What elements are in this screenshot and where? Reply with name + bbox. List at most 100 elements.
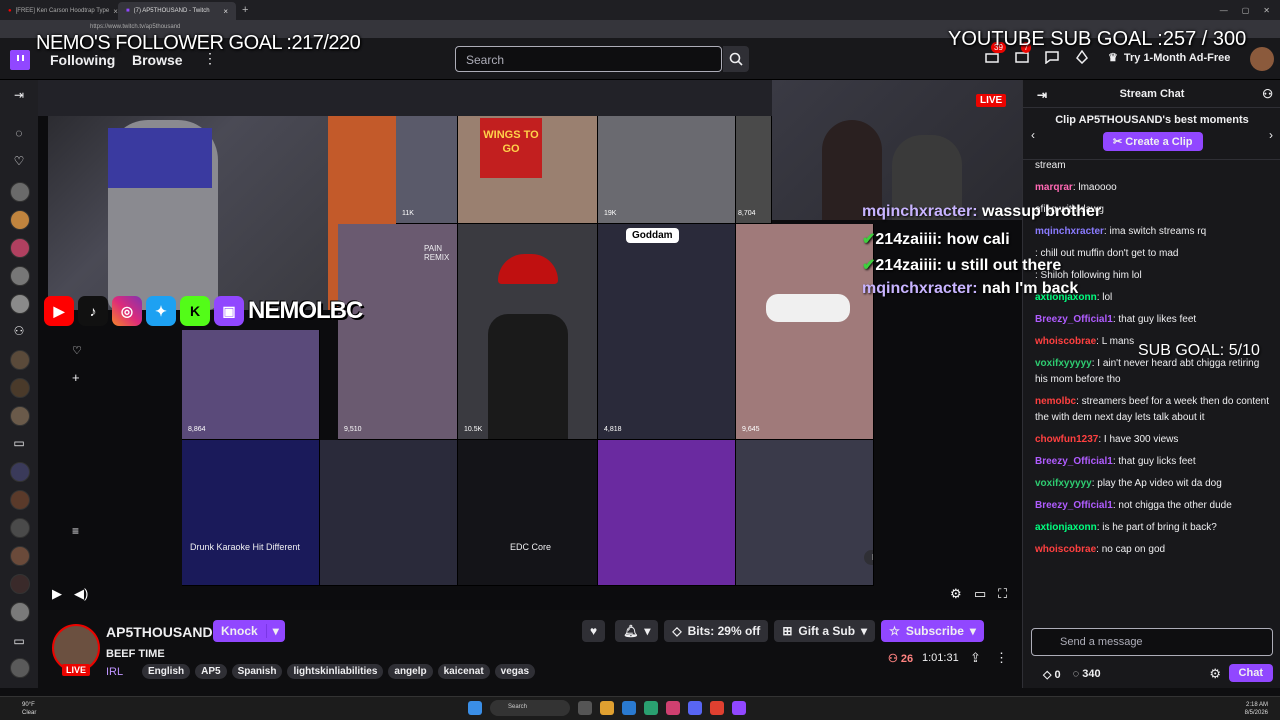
sidebar-channel-avatar[interactable]	[10, 266, 30, 286]
sidebar-channel-avatar[interactable]	[10, 350, 30, 370]
whispers-icon[interactable]	[1045, 50, 1061, 66]
play-icon[interactable]: ▶	[52, 586, 62, 602]
search-button[interactable]	[723, 46, 749, 72]
bits-button[interactable]: ◇ Bits: 29% off	[664, 620, 769, 642]
video-player[interactable]: 11K WINGS TO GO 19K 8,704 PAIN REMIX 9,5…	[38, 80, 1022, 610]
chat-username[interactable]: Breezy_Official1	[1035, 456, 1113, 467]
chat-send-button[interactable]: Chat	[1228, 664, 1273, 682]
notifications-button[interactable]: 🔔︎ ▾	[615, 620, 659, 642]
chevron-left-icon[interactable]: ‹	[1031, 128, 1035, 142]
more-options-icon[interactable]: ⋮	[995, 650, 1008, 666]
tag[interactable]: English	[142, 664, 191, 679]
theatre-mode-icon[interactable]: ▭	[974, 586, 986, 602]
chat-username[interactable]: voxifxyyyyy	[1035, 478, 1092, 489]
tiktok-tile: Goddam 4,818	[598, 224, 736, 440]
tag[interactable]: lightskinliabilities	[287, 664, 384, 679]
tag[interactable]: Spanish	[231, 664, 283, 679]
sidebar-channel-avatar[interactable]	[10, 518, 30, 538]
twitch-logo-icon[interactable]	[10, 50, 30, 70]
search-input[interactable]: Search	[455, 46, 722, 72]
close-window-icon[interactable]: ✕	[1263, 6, 1270, 15]
overlay-chat-line: ✔214zaiiii: how cali	[862, 231, 1010, 248]
sidebar-channel-avatar[interactable]	[10, 546, 30, 566]
chat-input[interactable]: Send a message	[1031, 628, 1273, 656]
chat-username[interactable]: Breezy_Official1	[1035, 314, 1113, 325]
followed-heart-icon[interactable]: ♡	[11, 154, 27, 170]
edge-icon[interactable]	[622, 701, 636, 715]
sidebar-channel-avatar[interactable]	[10, 490, 30, 510]
fullscreen-icon[interactable]: ⛶	[998, 586, 1007, 602]
sidebar-channel-avatar[interactable]	[10, 210, 30, 230]
sidebar-channel-avatar[interactable]	[10, 406, 30, 426]
gift-sub-button[interactable]: ⊞ Gift a Sub ▾	[774, 620, 876, 642]
instagram-app-icon[interactable]	[666, 701, 680, 715]
chat-username[interactable]: axtionjaxonn	[1035, 522, 1097, 533]
knock-button[interactable]: Knock ▾	[213, 620, 285, 642]
chat-username[interactable]: Breezy_Official1	[1035, 500, 1113, 511]
sidebar-channel-avatar[interactable]	[10, 182, 30, 202]
chat-username[interactable]: voxifxyyyyy	[1035, 358, 1092, 369]
streamer-name[interactable]: AP5THOUSAND	[106, 624, 213, 640]
sidebar-channel-avatar[interactable]	[10, 294, 30, 314]
volume-icon[interactable]: ◀)	[74, 586, 88, 602]
subscribe-button[interactable]: ☆ Subscribe ▾	[881, 620, 984, 642]
new-tab-button[interactable]: +	[242, 4, 248, 16]
close-tab-icon[interactable]: ×	[223, 7, 228, 16]
chat-username[interactable]: chowfun1237	[1035, 434, 1098, 445]
tag[interactable]: AP5	[195, 664, 227, 679]
settings-gear-icon[interactable]: ⚙	[950, 586, 962, 602]
system-clock[interactable]: 2:18 AM 8/5/2026	[1245, 701, 1268, 717]
sidebar-channel-avatar[interactable]	[10, 574, 30, 594]
browser-tab[interactable]: ● [FREE] Ken Carson Hoodtrap Type ×	[0, 2, 118, 20]
store-icon[interactable]	[644, 701, 658, 715]
share-icon[interactable]: ⇪	[970, 650, 981, 666]
chrome-icon[interactable]	[710, 701, 724, 715]
minimize-icon[interactable]: —	[1220, 6, 1228, 15]
sidebar-channel-avatar[interactable]	[10, 602, 30, 622]
points-display[interactable]: ◇ 0 ◌ 340	[1043, 668, 1101, 681]
discord-icon[interactable]	[688, 701, 702, 715]
star-icon: ☆	[889, 624, 900, 638]
chat-username[interactable]: marqrar	[1035, 182, 1073, 193]
tag[interactable]: kaicenat	[437, 664, 490, 679]
recommended-icon[interactable]: ◌	[11, 126, 27, 142]
browser-tab-active[interactable]: ■ (7) AP5THOUSAND - Twitch ×	[118, 2, 236, 20]
follow-heart-button[interactable]: ♥	[582, 620, 606, 642]
collapse-chat-icon[interactable]: ⇥	[1037, 88, 1047, 102]
user-avatar[interactable]	[1250, 47, 1274, 71]
video-icon[interactable]: ▭	[11, 634, 27, 650]
sidebar-channel-avatar[interactable]	[10, 238, 30, 258]
taskbar-search[interactable]: Search	[490, 700, 570, 716]
chat-settings-icon[interactable]: ⚙	[1209, 666, 1221, 682]
maximize-icon[interactable]: ▢	[1242, 6, 1250, 15]
task-view-icon[interactable]	[578, 701, 592, 715]
file-explorer-icon[interactable]	[600, 701, 614, 715]
chat-username[interactable]: nemolbc	[1035, 396, 1076, 407]
sidebar-channel-avatar[interactable]	[10, 658, 30, 678]
prime-loot-icon[interactable]: 39	[985, 42, 1006, 66]
community-icon[interactable]: ⚇	[1262, 87, 1273, 101]
chevron-down-icon[interactable]: ▾	[265, 624, 285, 638]
sidebar-channel-avatar[interactable]	[10, 462, 30, 482]
chat-username[interactable]: whoiscobrae	[1035, 544, 1096, 555]
video-controls: ▶ ◀) ⚙ ▭ ⛶	[38, 584, 1022, 608]
video-icon[interactable]: ▭	[11, 436, 27, 452]
start-icon[interactable]	[468, 701, 482, 715]
twitch-app-icon[interactable]	[732, 701, 746, 715]
inbox-icon[interactable]: 7	[1015, 42, 1032, 66]
heart-icon: ♡	[72, 345, 82, 357]
chat-username[interactable]: mqinchxracter	[1035, 226, 1104, 237]
bits-icon[interactable]	[1075, 49, 1091, 66]
ad-free-button[interactable]: ♛ Try 1-Month Ad-Free	[1108, 51, 1230, 65]
tag[interactable]: angelp	[388, 664, 433, 679]
add-friend-icon[interactable]: ⚇	[11, 324, 27, 340]
category-link[interactable]: IRL	[106, 666, 123, 678]
sidebar-channel-avatar[interactable]	[10, 378, 30, 398]
create-clip-button[interactable]: ✂ Create a Clip	[1103, 132, 1203, 151]
chevron-right-icon[interactable]: ›	[1269, 128, 1273, 142]
chat-message: voxifxyyyyy: play the Ap video wit da do…	[1035, 476, 1269, 492]
tag[interactable]: vegas	[494, 664, 536, 679]
expand-sidebar-icon[interactable]: ⇥	[11, 88, 27, 104]
chat-username[interactable]: whoiscobrae	[1035, 336, 1096, 347]
weather-widget[interactable]: 90°F Clear	[22, 701, 36, 717]
